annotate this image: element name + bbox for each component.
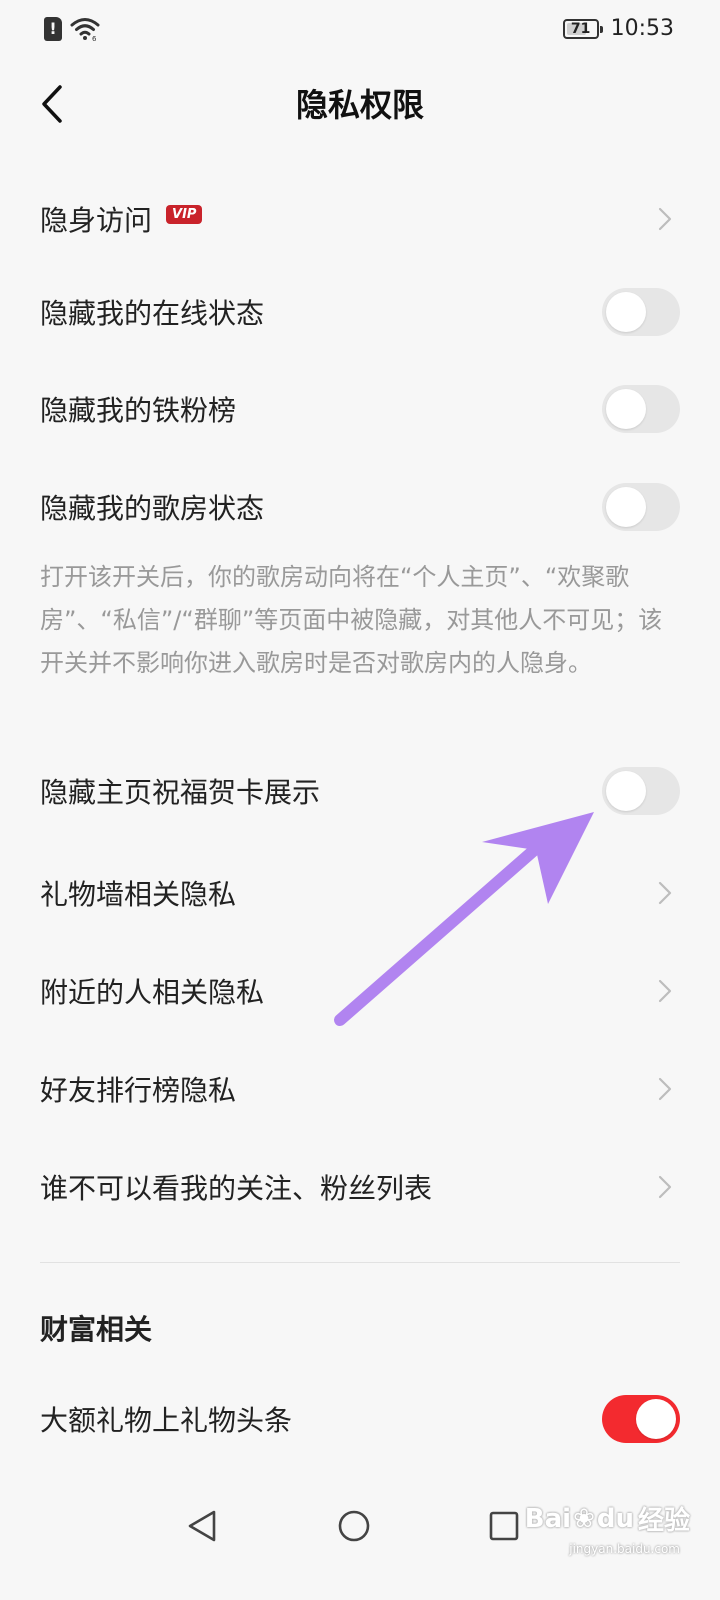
setting-label: 隐藏我的在线状态 xyxy=(40,297,265,330)
status-bar: ! 6 71 10:53 xyxy=(0,0,720,62)
nav-back-button[interactable] xyxy=(182,1506,222,1546)
chevron-right-icon xyxy=(658,1077,672,1101)
setting-label: 隐藏主页祝福贺卡展示 xyxy=(40,776,321,809)
setting-label: 谁不可以看我的关注、粉丝列表 xyxy=(40,1172,433,1205)
big-gift-headline-toggle[interactable] xyxy=(602,1395,680,1443)
setting-row-nearby-privacy[interactable]: 附近的人相关隐私 xyxy=(0,942,720,1040)
battery-level: 71 xyxy=(570,20,591,37)
setting-label: 隐藏我的铁粉榜 xyxy=(40,394,237,427)
section-divider xyxy=(40,1262,680,1263)
square-recent-icon xyxy=(489,1511,519,1541)
hide-greeting-card-toggle[interactable] xyxy=(602,767,680,815)
svg-text:6: 6 xyxy=(92,35,97,42)
hide-song-room-status-toggle[interactable] xyxy=(602,483,680,531)
nav-recent-button[interactable] xyxy=(484,1506,524,1546)
wifi-icon: 6 xyxy=(70,18,100,42)
setting-row-big-gift-headline: 大额礼物上礼物头条 xyxy=(0,1370,720,1468)
chevron-right-icon xyxy=(658,881,672,905)
chevron-right-icon xyxy=(658,1175,672,1199)
setting-row-follow-list-privacy[interactable]: 谁不可以看我的关注、粉丝列表 xyxy=(0,1138,720,1236)
sim-alert-icon: ! xyxy=(44,17,62,41)
setting-row-hide-song-room-status: 隐藏我的歌房状态 xyxy=(0,458,720,556)
watermark-url: jingyan.baidu.com xyxy=(569,1542,680,1556)
page-title: 隐私权限 xyxy=(295,86,424,124)
setting-label: 大额礼物上礼物头条 xyxy=(40,1404,293,1437)
paw-icon: ❀ xyxy=(573,1503,595,1534)
vip-badge: VIP xyxy=(166,204,203,224)
setting-row-friend-ranking-privacy[interactable]: 好友排行榜隐私 xyxy=(0,1040,720,1138)
toggle-knob xyxy=(606,292,646,332)
battery-icon: 71 xyxy=(562,18,603,39)
setting-label: 隐身访问 xyxy=(40,204,153,237)
nav-home-button[interactable] xyxy=(334,1506,374,1546)
setting-row-hide-fan-ranking: 隐藏我的铁粉榜 xyxy=(0,360,720,458)
section-title-wealth: 财富相关 xyxy=(40,1313,153,1346)
toggle-knob xyxy=(606,487,646,527)
page-header: 隐私权限 xyxy=(0,70,720,142)
toggle-knob xyxy=(606,389,646,429)
toggle-knob xyxy=(606,771,646,811)
setting-row-invisible-visit[interactable]: 隐身访问 VIP xyxy=(0,170,720,268)
circle-home-icon xyxy=(338,1510,370,1542)
chevron-right-icon xyxy=(658,207,672,231)
hide-online-status-toggle[interactable] xyxy=(602,288,680,336)
setting-row-hide-greeting-card: 隐藏主页祝福贺卡展示 xyxy=(0,742,720,840)
setting-row-gift-wall-privacy[interactable]: 礼物墙相关隐私 xyxy=(0,844,720,942)
chevron-right-icon xyxy=(658,979,672,1003)
setting-label: 隐藏我的歌房状态 xyxy=(40,492,265,525)
setting-label: 附近的人相关隐私 xyxy=(40,976,265,1009)
setting-label: 好友排行榜隐私 xyxy=(40,1074,237,1107)
triangle-back-icon xyxy=(188,1510,216,1542)
hide-fan-ranking-toggle[interactable] xyxy=(602,385,680,433)
setting-row-hide-online-status: 隐藏我的在线状态 xyxy=(0,263,720,361)
toggle-knob xyxy=(636,1399,676,1439)
setting-label: 礼物墙相关隐私 xyxy=(40,878,237,911)
song-room-note: 打开该开关后，你的歌房动向将在“个人主页”、“欢聚歌房”、“私信”/“群聊”等页… xyxy=(40,563,663,677)
baidu-watermark: Bai ❀ du 经验 xyxy=(524,1503,690,1537)
status-time: 10:53 xyxy=(610,16,674,41)
